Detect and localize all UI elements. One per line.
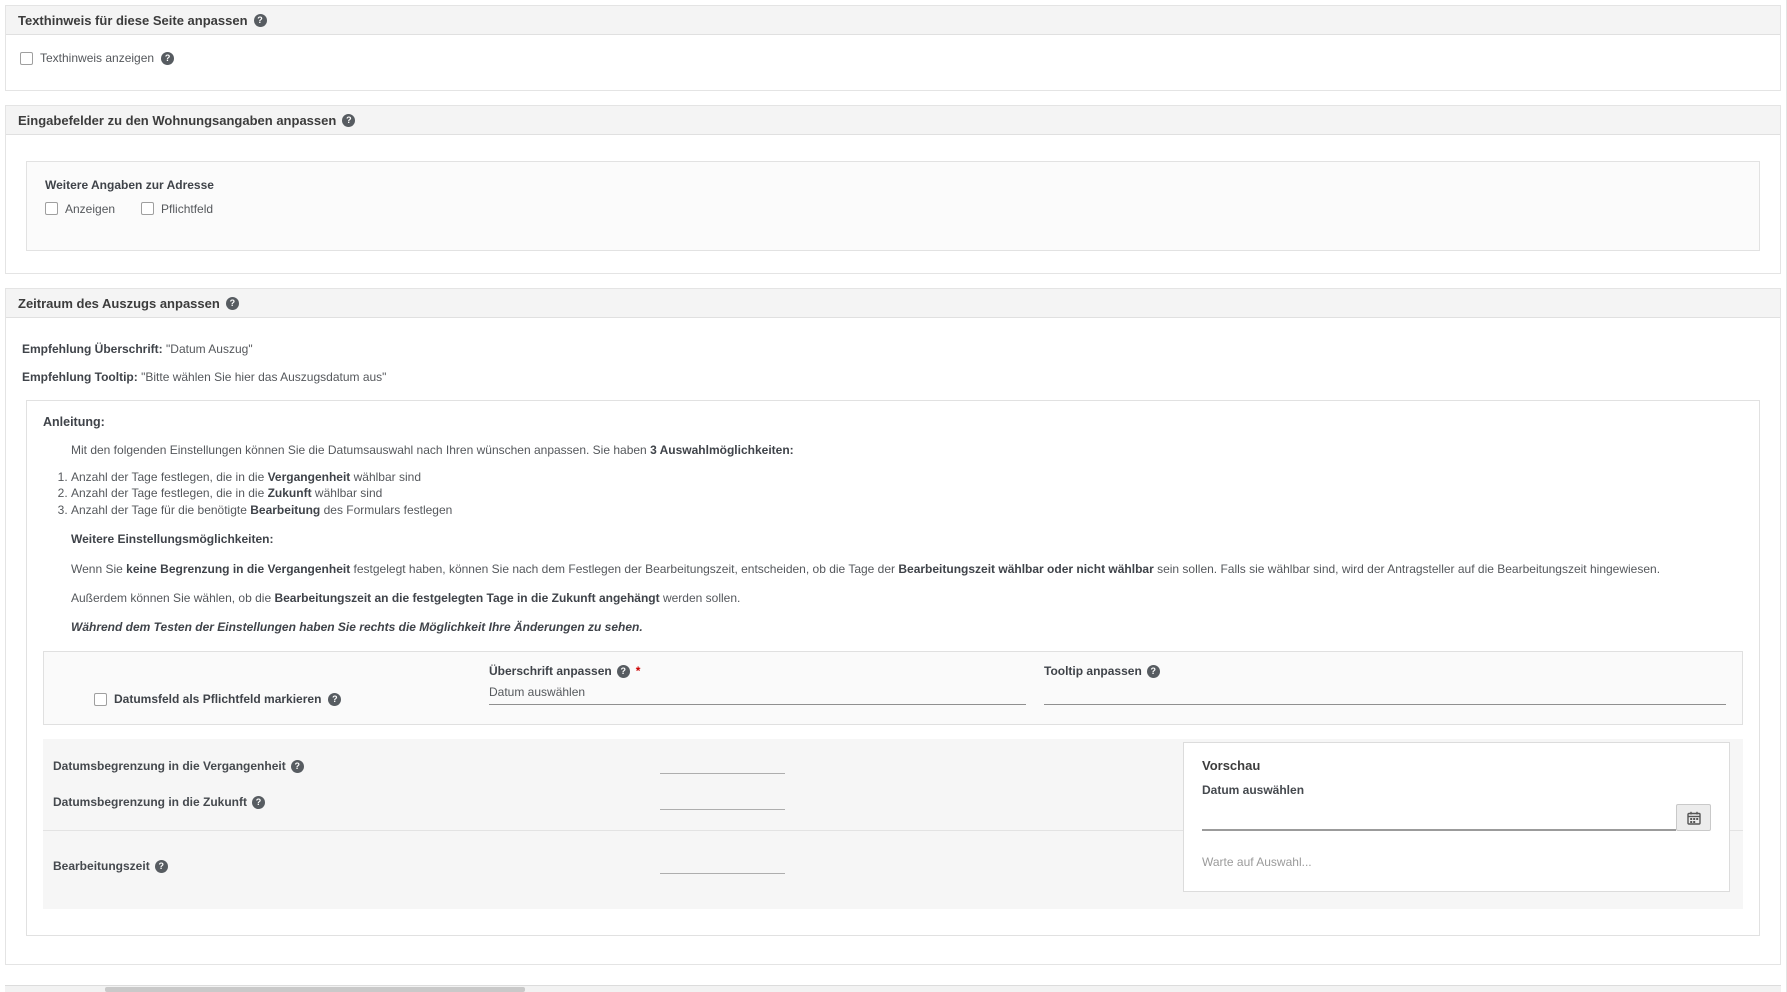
vorschau-date-label: Datum auswählen — [1202, 783, 1711, 797]
calendar-button[interactable] — [1676, 804, 1711, 831]
anzeigen-row: Anzeigen — [45, 202, 115, 216]
datumsfeld-pflichtfeld-checkbox[interactable] — [94, 693, 107, 706]
panel-texthinweis-header: Texthinweis für diese Seite anpassen ? — [6, 6, 1780, 35]
anleitung-para-begrenzung: Wenn Sie keine Begrenzung in die Vergang… — [71, 561, 1743, 577]
anzeigen-label: Anzeigen — [65, 202, 115, 216]
help-icon[interactable]: ? — [252, 796, 265, 809]
ueberschrift-anpassen-col: Überschrift anpassen ? * — [489, 664, 1044, 708]
zukunft-input[interactable] — [660, 789, 785, 810]
bearbeitungszeit-label-row: Bearbeitungszeit ? — [53, 859, 660, 874]
calendar-icon — [1687, 811, 1701, 825]
empfehlung-tooltip: Empfehlung Tooltip: "Bitte wählen Sie hi… — [22, 370, 1766, 384]
help-icon[interactable]: ? — [342, 114, 355, 127]
panel-zeitraum: Zeitraum des Auszugs anpassen ? Empfehlu… — [5, 288, 1781, 966]
bearbeitungszeit-label: Bearbeitungszeit — [53, 859, 150, 873]
empfehlung-ueberschrift-value: "Datum Auszug" — [166, 342, 253, 356]
vergangenheit-input[interactable] — [660, 753, 785, 774]
panel-texthinweis: Texthinweis für diese Seite anpassen ? T… — [5, 5, 1781, 91]
tooltip-input[interactable] — [1044, 678, 1726, 705]
vergangenheit-label-row: Datumsbegrenzung in die Vergangenheit ? — [53, 759, 660, 774]
adresse-settings-box: Weitere Angaben zur Adresse Anzeigen Pfl… — [26, 161, 1760, 251]
anleitung-intro: Mit den folgenden Einstellungen können S… — [71, 442, 1743, 458]
vergangenheit-label: Datumsbegrenzung in die Vergangenheit — [53, 759, 286, 773]
empfehlung-tooltip-label: Empfehlung Tooltip: — [22, 370, 138, 384]
panel-eingabefelder-body: Weitere Angaben zur Adresse Anzeigen Pfl… — [6, 135, 1780, 273]
texthinweis-anzeigen-label: Texthinweis anzeigen — [40, 51, 154, 65]
adresse-group-label: Weitere Angaben zur Adresse — [45, 178, 1741, 192]
help-icon[interactable]: ? — [226, 297, 239, 310]
zukunft-label-row: Datumsbegrenzung in die Zukunft ? — [53, 795, 660, 810]
pflichtfeld-checkbox[interactable] — [141, 202, 154, 215]
anleitung-para-ausserdem: Außerdem können Sie wählen, ob die Bearb… — [71, 590, 1743, 606]
anleitung-box: Anleitung: Mit den folgenden Einstellung… — [26, 400, 1760, 937]
ueberschrift-anpassen-label-row: Überschrift anpassen ? * — [489, 664, 1026, 678]
horizontal-scrollbar[interactable] — [5, 985, 1781, 992]
vorschau-status: Warte auf Auswahl... — [1202, 855, 1711, 869]
panel-eingabefelder: Eingabefelder zu den Wohnungsangaben anp… — [5, 105, 1781, 274]
pflichtfeld-markieren-col: Datumsfeld als Pflichtfeld markieren ? — [44, 664, 489, 708]
bearbeitungszeit-input[interactable] — [660, 853, 785, 874]
date-settings-row: Datumsfeld als Pflichtfeld markieren ? Ü… — [43, 651, 1743, 725]
tooltip-anpassen-col: Tooltip anpassen ? — [1044, 664, 1726, 708]
panel-zeitraum-header: Zeitraum des Auszugs anpassen ? — [6, 289, 1780, 318]
anleitung-list-item: Anzahl der Tage für die benötigte Bearbe… — [71, 503, 1743, 519]
help-icon[interactable]: ? — [1147, 665, 1160, 678]
help-icon[interactable]: ? — [155, 860, 168, 873]
anzeigen-checkbox[interactable] — [45, 202, 58, 215]
datumsfeld-pflichtfeld-label: Datumsfeld als Pflichtfeld markieren — [114, 692, 321, 706]
empfehlung-ueberschrift: Empfehlung Überschrift: "Datum Auszug" — [22, 342, 1766, 356]
help-icon[interactable]: ? — [161, 52, 174, 65]
anleitung-list: Anzahl der Tage festlegen, die in die Ve… — [43, 470, 1743, 519]
panel-texthinweis-body: Texthinweis anzeigen ? — [6, 35, 1780, 90]
panel-zeitraum-title: Zeitraum des Auszugs anpassen — [18, 296, 220, 311]
empfehlung-tooltip-value: "Bitte wählen Sie hier das Auszugsdatum … — [141, 370, 386, 384]
empfehlung-ueberschrift-label: Empfehlung Überschrift: — [22, 342, 163, 356]
texthinweis-anzeigen-checkbox[interactable] — [20, 52, 33, 65]
vorschau-date-input-row — [1202, 803, 1711, 831]
panel-eingabefelder-header: Eingabefelder zu den Wohnungsangaben anp… — [6, 106, 1780, 135]
panel-eingabefelder-title: Eingabefelder zu den Wohnungsangaben anp… — [18, 113, 336, 128]
datumsfeld-pflichtfeld-row: Datumsfeld als Pflichtfeld markieren ? — [94, 692, 341, 706]
required-marker: * — [636, 664, 641, 678]
scrollbar-thumb[interactable] — [105, 987, 525, 992]
adresse-checkbox-group: Anzeigen Pflichtfeld — [45, 202, 1741, 216]
vorschau-date-input[interactable] — [1202, 803, 1676, 831]
tooltip-anpassen-label-row: Tooltip anpassen ? — [1044, 664, 1726, 678]
texthinweis-anzeigen-row: Texthinweis anzeigen ? — [20, 51, 174, 65]
help-icon[interactable]: ? — [254, 14, 267, 27]
date-limits-block: Datumsbegrenzung in die Vergangenheit ? … — [43, 739, 1743, 909]
anleitung-list-item: Anzahl der Tage festlegen, die in die Zu… — [71, 486, 1743, 502]
pflichtfeld-row: Pflichtfeld — [141, 202, 213, 216]
help-icon[interactable]: ? — [617, 665, 630, 678]
anleitung-list-item: Anzahl der Tage festlegen, die in die Ve… — [71, 470, 1743, 486]
tooltip-anpassen-label: Tooltip anpassen — [1044, 664, 1142, 678]
anleitung-heading: Anleitung: — [43, 415, 1743, 429]
ueberschrift-input[interactable] — [489, 678, 1026, 705]
pflichtfeld-label: Pflichtfeld — [161, 202, 213, 216]
help-icon[interactable]: ? — [328, 693, 341, 706]
ueberschrift-anpassen-label: Überschrift anpassen — [489, 664, 612, 678]
help-icon[interactable]: ? — [291, 760, 304, 773]
anleitung-para-testen: Während dem Testen der Einstellungen hab… — [71, 619, 1743, 635]
zukunft-label: Datumsbegrenzung in die Zukunft — [53, 795, 247, 809]
settings-page: Texthinweis für diese Seite anpassen ? T… — [0, 0, 1787, 992]
vorschau-panel: Vorschau Datum auswählen — [1183, 742, 1730, 892]
panel-texthinweis-title: Texthinweis für diese Seite anpassen — [18, 13, 248, 28]
vorschau-title: Vorschau — [1202, 758, 1711, 773]
anleitung-more-heading: Weitere Einstellungsmöglichkeiten: — [71, 531, 1743, 547]
panel-zeitraum-body: Empfehlung Überschrift: "Datum Auszug" E… — [6, 318, 1780, 965]
